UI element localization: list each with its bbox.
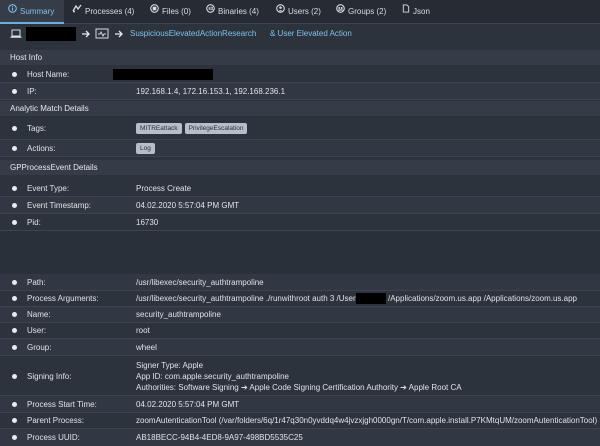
event-type-value: Process Create <box>136 184 192 193</box>
field-label: Event Timestamp: <box>27 201 92 210</box>
signer-type-value: Signer Type: Apple <box>136 361 204 370</box>
row-group: Group: wheel <box>0 339 600 356</box>
arrow-right-icon <box>114 24 124 44</box>
group-value: wheel <box>136 343 157 352</box>
row-process-start-time: Process Start Time: 04.02.2020 5:57:04 P… <box>0 396 600 413</box>
bullet-icon <box>12 374 17 379</box>
spacer <box>0 231 600 274</box>
info-icon <box>8 0 17 23</box>
process-arguments-value-b: /Applications/zoom.us.app /Applications/… <box>388 294 577 303</box>
process-uuid-value: AB18BECC-94B4-4ED8-9A97-498BD5535C25 <box>136 433 303 442</box>
field-label: User: <box>27 326 47 335</box>
field-label: Host Name: <box>27 70 70 79</box>
json-icon <box>402 0 410 23</box>
field-label: Process Start Time: <box>27 400 97 409</box>
bullet-icon <box>12 418 17 423</box>
authorities-value: Authorities: Software Signing ➔ Apple Co… <box>136 383 462 392</box>
arrow-right-icon <box>81 24 91 44</box>
process-start-time-value: 04.02.2020 5:57:04 PM GMT <box>136 400 240 409</box>
section-analytic-match: Analytic Match Details <box>0 101 600 116</box>
bullet-icon <box>12 296 17 301</box>
bullet-icon <box>12 312 17 317</box>
tag-badge[interactable]: PrivilegeEscalation <box>184 123 248 134</box>
field-label: Tags: <box>27 124 47 133</box>
binary-icon <box>206 0 215 23</box>
ip-value: 192.168.1.4, 172.16.153.1, 192.168.236.1 <box>136 87 286 96</box>
row-process-uuid: Process UUID: AB18BECC-94B4-4ED8-9A97-49… <box>0 429 600 446</box>
bullet-icon <box>12 402 17 407</box>
field-label: Event Type: <box>27 184 70 193</box>
row-event-timestamp: Event Timestamp: 04.02.2020 5:57:04 PM G… <box>0 197 600 214</box>
tab-binaries[interactable]: Binaries (4) <box>206 0 259 24</box>
laptop-icon <box>10 24 22 44</box>
field-label: Process UUID: <box>27 433 80 442</box>
name-value: security_authtrampoline <box>136 310 221 319</box>
monitor-icon <box>95 24 109 44</box>
process-icon <box>72 0 82 23</box>
row-ip: IP: 192.168.1.4, 172.16.153.1, 192.168.2… <box>0 83 600 100</box>
bullet-icon <box>12 435 17 440</box>
field-label: Pid: <box>27 218 41 227</box>
bullet-icon <box>12 186 17 191</box>
bullet-icon <box>12 328 17 333</box>
file-icon <box>150 0 159 23</box>
parent-process-value: zoomAutenticationTool (/var/folders/6q/1… <box>136 416 598 425</box>
tab-files[interactable]: Files (0) <box>150 0 191 24</box>
field-label: IP: <box>27 87 37 96</box>
bullet-icon <box>12 345 17 350</box>
action-badge[interactable]: Log <box>136 143 155 154</box>
bullet-icon <box>12 126 17 131</box>
row-signing-info: Signing Info: Signer Type: Apple App ID:… <box>0 356 600 396</box>
row-name: Name: security_authtrampoline <box>0 307 600 323</box>
user-value: root <box>136 326 150 335</box>
event-timestamp-value: 04.02.2020 5:57:04 PM GMT <box>136 201 240 210</box>
tab-json[interactable]: Json <box>402 0 430 24</box>
bullet-icon <box>12 203 17 208</box>
breadcrumb-analytic-link[interactable]: SuspiciousElevatedActionResearch <box>130 24 256 44</box>
user-icon <box>276 0 285 23</box>
bullet-icon <box>12 72 17 77</box>
field-label: Actions: <box>27 144 56 153</box>
redacted-username <box>356 293 386 304</box>
field-label: Process Arguments: <box>27 294 99 303</box>
row-tags: Tags: MITREattack PrivilegeEscalation <box>0 117 600 140</box>
breadcrumb-action-link[interactable]: & User Elevated Action <box>270 24 352 44</box>
bullet-icon <box>12 280 17 285</box>
app-id-value: App ID: com.apple.security_authtrampolin… <box>136 372 289 381</box>
row-path: Path: /usr/libexec/security_authtrampoli… <box>0 274 600 291</box>
path-value: /usr/libexec/security_authtrampoline <box>136 278 264 287</box>
tab-users[interactable]: Users (2) <box>276 0 321 24</box>
tab-bar: Summary Processes (4) Files (0) Binaries… <box>0 0 600 24</box>
section-host-info: Host Info <box>0 50 600 65</box>
bullet-icon <box>12 220 17 225</box>
redacted-hostname <box>26 27 76 41</box>
pid-value: 16730 <box>136 218 159 227</box>
row-host-name: Host Name: <box>0 66 600 83</box>
row-actions: Actions: Log <box>0 140 600 157</box>
bullet-icon <box>12 89 17 94</box>
field-label: Group: <box>27 343 52 352</box>
field-label: Parent Process: <box>27 416 84 425</box>
row-pid: Pid: 16730 <box>0 214 600 231</box>
section-gp-process-event: GPProcessEvent Details <box>0 160 600 175</box>
bullet-icon <box>12 146 17 151</box>
field-label: Path: <box>27 278 46 287</box>
breadcrumb: SuspiciousElevatedActionResearch & User … <box>0 24 600 44</box>
redacted-host-name <box>113 69 213 80</box>
tab-processes[interactable]: Processes (4) <box>72 0 134 24</box>
row-user: User: root <box>0 323 600 339</box>
field-label: Name: <box>27 310 51 319</box>
tab-summary[interactable]: Summary <box>0 0 64 24</box>
row-parent-process: Parent Process: zoomAutenticationTool (/… <box>0 413 600 429</box>
process-arguments-value-a: /usr/libexec/security_authtrampoline ./r… <box>136 294 362 303</box>
field-label: Signing Info: <box>27 372 72 381</box>
group-icon <box>336 0 345 23</box>
action-list: Log <box>136 143 158 154</box>
row-event-type: Event Type: Process Create <box>0 180 600 197</box>
tag-badge[interactable]: MITREattack <box>136 123 182 134</box>
row-process-arguments: Process Arguments: /usr/libexec/security… <box>0 291 600 307</box>
tag-list: MITREattack PrivilegeEscalation <box>136 123 250 134</box>
tab-groups[interactable]: Groups (2) <box>336 0 386 24</box>
